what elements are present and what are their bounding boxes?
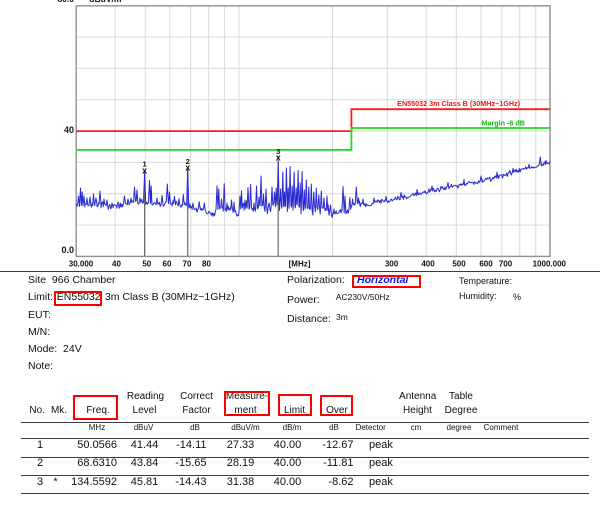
svg-text:3: 3 — [276, 147, 280, 156]
svg-text:300: 300 — [385, 260, 399, 269]
svg-text:40: 40 — [64, 125, 74, 135]
svg-text:80.0: 80.0 — [57, 0, 74, 4]
svg-text:700: 700 — [499, 260, 513, 269]
svg-text:2: 2 — [186, 157, 190, 166]
svg-text:40: 40 — [112, 260, 121, 269]
svg-text:400: 400 — [421, 260, 435, 269]
svg-text:0.0: 0.0 — [61, 245, 74, 255]
svg-text:EN55032 3m Class B (30MHz~1GHz: EN55032 3m Class B (30MHz~1GHz) — [397, 99, 520, 108]
svg-text:30.000: 30.000 — [69, 260, 94, 269]
svg-text:80: 80 — [202, 260, 211, 269]
svg-text:1000.000: 1000.000 — [533, 260, 567, 269]
svg-text:[MHz]: [MHz] — [289, 260, 311, 269]
svg-text:Margin -6 dB: Margin -6 dB — [481, 119, 525, 128]
svg-text:1: 1 — [143, 160, 147, 169]
svg-text:60: 60 — [163, 260, 172, 269]
svg-text:dBuV/m: dBuV/m — [89, 0, 122, 4]
svg-text:50: 50 — [142, 260, 151, 269]
svg-text:70: 70 — [183, 260, 192, 269]
svg-text:500: 500 — [452, 260, 466, 269]
svg-text:600: 600 — [479, 260, 493, 269]
